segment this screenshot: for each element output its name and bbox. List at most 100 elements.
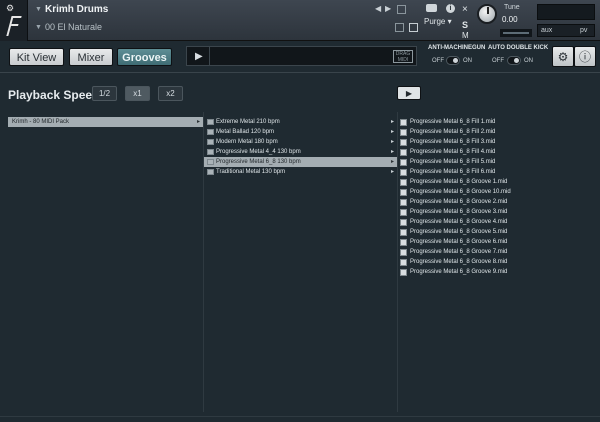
tab-grooves[interactable]: Grooves xyxy=(117,48,172,66)
auto-double-kick-off-label: OFF xyxy=(492,58,504,64)
midi-file-icon xyxy=(400,229,407,236)
list-item[interactable]: Progressive Metal 6_8 Fill 2.mid xyxy=(398,127,593,137)
chevron-right-icon: ▸ xyxy=(390,139,394,145)
midi-file-name: Progressive Metal 6_8 Groove 2.mid xyxy=(410,199,508,205)
list-item[interactable]: Metal Ballad 120 bpm ▸ xyxy=(204,127,398,137)
folder-icon xyxy=(207,139,214,145)
save-snapshot-icon[interactable] xyxy=(395,23,404,32)
midi-file-icon xyxy=(400,129,407,136)
volume-slider-area[interactable] xyxy=(537,4,595,20)
list-item[interactable]: Progressive Metal 6_8 Groove 10.mid xyxy=(398,187,593,197)
chevron-right-icon: ▸ xyxy=(196,119,200,125)
midi-file-icon xyxy=(400,249,407,256)
list-item[interactable]: Modern Metal 180 bpm ▸ xyxy=(204,137,398,147)
folder-icon xyxy=(207,149,214,155)
list-item[interactable]: Progressive Metal 6_8 Groove 9.mid xyxy=(398,267,593,277)
pack-name: Krimh - 80 MIDI Pack xyxy=(12,119,70,125)
midi-file-icon xyxy=(400,179,407,186)
midi-file-icon xyxy=(400,189,407,196)
midi-file-name: Progressive Metal 6_8 Groove 10.mid xyxy=(410,189,511,195)
camera-icon[interactable] xyxy=(426,4,437,12)
pan-slider-area[interactable]: aux pv xyxy=(537,24,595,37)
midi-file-icon xyxy=(400,259,407,266)
file-column: Progressive Metal 6_8 Fill 1.mid Progress… xyxy=(397,112,593,412)
auto-double-kick-toggle[interactable] xyxy=(507,56,521,65)
instrument-toggle-box[interactable] xyxy=(397,5,406,14)
tune-knob[interactable] xyxy=(477,4,497,24)
tune-value[interactable]: 0.00 xyxy=(502,15,518,24)
list-item[interactable]: Progressive Metal 4_4 130 bpm ▸ xyxy=(204,147,398,157)
preview-play-button[interactable]: ▶ xyxy=(397,86,421,100)
mute-button[interactable]: M xyxy=(462,31,469,40)
instrument-name: Krimh Drums xyxy=(45,4,109,15)
list-item[interactable]: Krimh - 80 MIDI Pack ▸ xyxy=(8,117,204,127)
category-name: Extreme Metal 210 bpm xyxy=(216,119,280,125)
tune-label: Tune xyxy=(504,4,520,11)
anti-machinegun-on-label: ON xyxy=(463,58,472,64)
list-item[interactable]: Progressive Metal 6_8 Fill 1.mid xyxy=(398,117,593,127)
list-item[interactable]: Progressive Metal 6_8 Fill 6.mid xyxy=(398,167,593,177)
list-item[interactable]: Progressive Metal 6_8 Groove 1.mid xyxy=(398,177,593,187)
playback-speed-title: Playback Speed xyxy=(8,88,100,102)
list-item[interactable]: Progressive Metal 6_8 Groove 2.mid xyxy=(398,197,593,207)
solo-button[interactable]: S xyxy=(462,20,468,30)
list-item[interactable]: Progressive Metal 6_8 Groove 7.mid xyxy=(398,247,593,257)
info-icon[interactable]: i xyxy=(446,4,455,13)
midi-file-name: Progressive Metal 6_8 Fill 5.mid xyxy=(410,159,496,165)
list-item[interactable]: Progressive Metal 6_8 Groove 4.mid xyxy=(398,217,593,227)
tab-mixer[interactable]: Mixer xyxy=(69,48,113,66)
midi-file-name: Progressive Metal 6_8 Fill 1.mid xyxy=(410,119,496,125)
collapse-triangle-icon[interactable]: ▼ xyxy=(35,6,42,13)
folder-icon xyxy=(207,169,214,175)
midi-file-name: Progressive Metal 6_8 Fill 3.mid xyxy=(410,139,496,145)
midi-file-icon xyxy=(400,149,407,156)
play-icon[interactable]: ▶ xyxy=(195,51,203,62)
next-instrument-icon[interactable]: ▶ xyxy=(385,4,391,13)
list-item[interactable]: Progressive Metal 6_8 Fill 3.mid xyxy=(398,137,593,147)
purge-dropdown[interactable]: Purge ▾ xyxy=(424,17,452,26)
prev-instrument-icon[interactable]: ◀ xyxy=(375,4,381,13)
midi-file-icon xyxy=(400,239,407,246)
transport-separator xyxy=(209,47,210,65)
list-item[interactable]: Extreme Metal 210 bpm ▸ xyxy=(204,117,398,127)
list-item[interactable]: Progressive Metal 6_8 130 bpm ▸ xyxy=(204,157,398,167)
aux-label: aux xyxy=(541,27,553,34)
midi-file-icon xyxy=(400,199,407,206)
drag-midi-badge[interactable]: DRAG MIDI xyxy=(393,50,413,63)
list-item[interactable]: Progressive Metal 6_8 Groove 3.mid xyxy=(398,207,593,217)
list-item[interactable]: Progressive Metal 6_8 Groove 5.mid xyxy=(398,227,593,237)
instrument-name-row[interactable]: ▼ Krimh Drums ◀ ▶ xyxy=(33,3,408,17)
midi-file-name: Progressive Metal 6_8 Groove 5.mid xyxy=(410,229,508,235)
level-meter xyxy=(500,29,532,37)
list-item[interactable]: Progressive Metal 6_8 Fill 5.mid xyxy=(398,157,593,167)
close-icon[interactable]: × xyxy=(462,4,468,15)
gear-small-icon[interactable]: ⚙ xyxy=(6,3,14,14)
speed-x1-button[interactable]: x1 xyxy=(125,86,150,101)
delete-snapshot-icon[interactable] xyxy=(409,23,418,32)
midi-file-icon xyxy=(400,119,407,126)
midi-file-icon xyxy=(400,159,407,166)
list-item[interactable]: Progressive Metal 6_8 Fill 4.mid xyxy=(398,147,593,157)
snapshot-triangle-icon[interactable]: ▼ xyxy=(35,24,42,31)
anti-machinegun-toggle[interactable] xyxy=(446,56,460,65)
snapshot-row[interactable]: ▼ 00 El Naturale xyxy=(33,21,418,35)
category-name: Metal Ballad 120 bpm xyxy=(216,129,275,135)
settings-gear-icon[interactable]: ⚙ xyxy=(552,46,574,67)
speed-half-button[interactable]: 1/2 xyxy=(92,86,117,101)
chevron-right-icon: ▸ xyxy=(390,159,394,165)
info-circle-icon[interactable]: ⓘ xyxy=(574,46,596,67)
brand-logo-icon xyxy=(6,16,22,36)
list-item[interactable]: Progressive Metal 6_8 Groove 8.mid xyxy=(398,257,593,267)
midi-file-name: Progressive Metal 6_8 Groove 9.mid xyxy=(410,269,508,275)
list-item[interactable]: Progressive Metal 6_8 Groove 6.mid xyxy=(398,237,593,247)
auto-double-kick-on-label: ON xyxy=(524,58,533,64)
midi-file-icon xyxy=(400,169,407,176)
pack-column: Krimh - 80 MIDI Pack ▸ xyxy=(8,112,204,412)
midi-file-name: Progressive Metal 6_8 Fill 4.mid xyxy=(410,149,496,155)
toolbar-divider xyxy=(0,72,600,73)
auto-double-kick-label: AUTO DOUBLE KICK xyxy=(488,45,549,51)
tab-kit-view[interactable]: Kit View xyxy=(9,48,64,66)
folder-icon xyxy=(207,129,214,135)
speed-x2-button[interactable]: x2 xyxy=(158,86,183,101)
list-item[interactable]: Traditional Metal 130 bpm ▸ xyxy=(204,167,398,177)
